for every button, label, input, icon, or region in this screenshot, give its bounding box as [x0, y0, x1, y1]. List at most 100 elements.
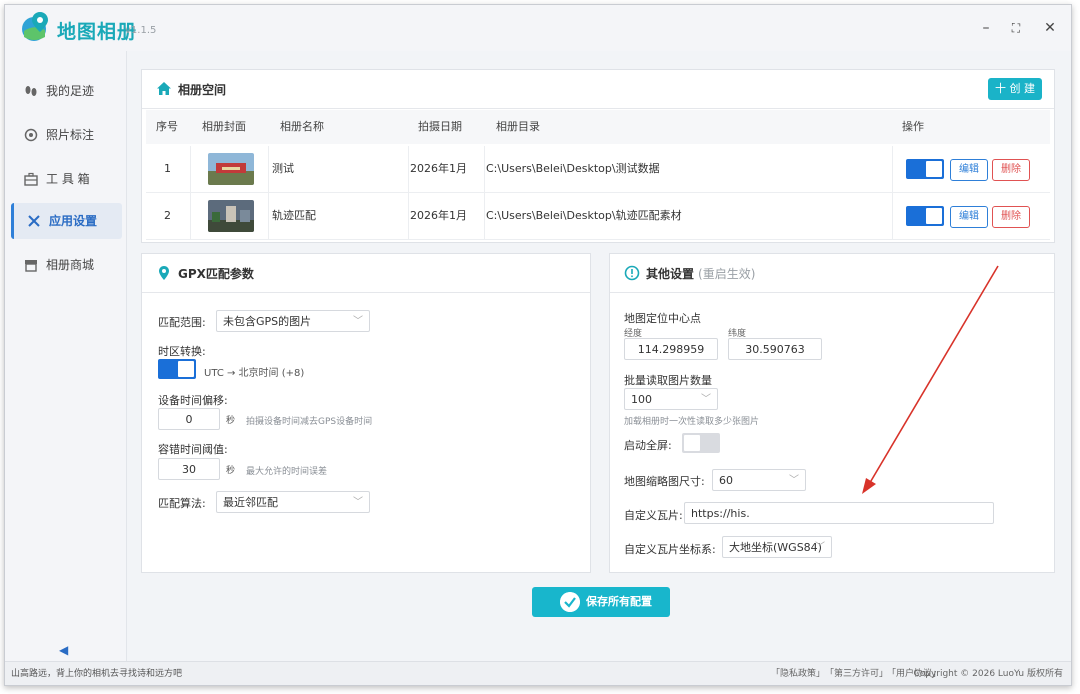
tolerance-unit: 秒 [226, 466, 236, 476]
other-settings-title: 其他设置 (重启生效) [646, 265, 755, 282]
device-offset-hint: 拍摄设备时间减去GPS设备时间 [246, 417, 373, 427]
third-party-license-link[interactable]: 「第三方许可」 [825, 662, 888, 685]
row-index: 2 [164, 209, 171, 222]
chevron-down-icon: ﹀ [353, 316, 363, 327]
sidebar-item-label: 工 具 箱 [46, 172, 90, 186]
fullscreen-toggle[interactable] [682, 433, 720, 453]
delete-album-button[interactable]: 删除 [992, 206, 1030, 228]
match-range-label: 匹配范围: [158, 316, 206, 329]
batch-read-value: 100 [631, 393, 652, 406]
latitude-input[interactable]: 30.590763 [728, 338, 822, 360]
tile-crs-label: 自定义瓦片坐标系: [624, 543, 716, 556]
album-date: 2026年1月 [410, 162, 467, 175]
algorithm-value: 最近邻匹配 [223, 496, 278, 509]
sidebar-item-album-shop[interactable]: 相册商城 [11, 247, 119, 283]
tile-crs-select[interactable]: 大地坐标(WGS84) ﹀ [722, 536, 832, 558]
app-window: 地图相册 v1.1.5 – ⛶ ✕ 我的足迹 照片标注 工 具 箱 应用设置 相… [4, 4, 1072, 686]
chevron-down-icon: ﹀ [353, 497, 363, 508]
device-offset-input[interactable]: 0 [158, 408, 220, 430]
album-path: C:\Users\Belei\Desktop\测试数据 [486, 162, 660, 175]
album-cover-image[interactable] [208, 200, 254, 232]
column-header: 相册封面 [202, 120, 246, 133]
gpx-settings-panel: GPX匹配参数 匹配范围: 未包含GPS的图片 ﹀ 时区转换: UTC → 北京… [141, 253, 591, 573]
album-name: 测试 [272, 162, 294, 175]
column-header: 操作 [902, 120, 924, 133]
album-name: 轨迹匹配 [272, 209, 316, 222]
delete-album-button[interactable]: 删除 [992, 159, 1030, 181]
row-index: 1 [164, 162, 171, 175]
batch-read-select[interactable]: 100 ﹀ [624, 388, 718, 410]
thumbnail-size-label: 地图缩略图尺寸: [624, 475, 705, 488]
sidebar-item-label: 相册商城 [46, 258, 95, 272]
sidebar: 我的足迹 照片标注 工 具 箱 应用设置 相册商城 ◀ [5, 51, 127, 661]
save-all-settings-label: 保存所有配置 [586, 595, 652, 608]
match-range-value: 未包含GPS的图片 [223, 315, 312, 328]
status-slogan: 山高路远，背上你的相机去寻找诗和远方吧 [11, 669, 183, 679]
thumbnail-size-value: 60 [719, 474, 733, 487]
shop-icon [21, 247, 41, 287]
close-button[interactable]: ✕ [1039, 17, 1061, 39]
map-center-label: 地图定位中心点 [624, 312, 701, 325]
fullscreen-label: 启动全屏: [624, 439, 672, 452]
device-offset-label: 设备时间偏移: [158, 394, 228, 407]
chevron-down-icon: ﹀ [815, 542, 825, 553]
gpx-header: GPX匹配参数 [142, 254, 590, 293]
sidebar-item-footprints[interactable]: 我的足迹 [11, 73, 119, 109]
sidebar-item-photo-tagging[interactable]: 照片标注 [11, 117, 119, 153]
sidebar-collapse-button[interactable]: ◀ [59, 643, 68, 657]
timezone-label: 时区转换: [158, 345, 206, 358]
edit-album-button[interactable]: 编辑 [950, 206, 988, 228]
status-bar: 山高路远，背上你的相机去寻找诗和远方吧 「隐私政策」 「第三方许可」 「用户协议… [5, 661, 1071, 685]
create-album-button[interactable]: 十 创 建 [988, 78, 1042, 100]
thumbnail-size-select[interactable]: 60 ﹀ [712, 469, 806, 491]
tolerance-hint: 最大允许的时间误差 [246, 467, 328, 477]
other-settings-header: 其他设置 (重启生效) [610, 254, 1054, 293]
sidebar-item-toolbox[interactable]: 工 具 箱 [11, 161, 119, 197]
album-cover-image[interactable] [208, 153, 254, 185]
maximize-button[interactable]: ⛶ [1005, 17, 1027, 39]
album-date: 2026年1月 [410, 209, 467, 222]
toolbox-icon [21, 161, 41, 201]
table-row[interactable]: 1 测试 2026年1月 C:\Users\Belei\Desktop\测试数据… [146, 146, 1050, 193]
copyright-text: Copyright © 2026 LuoYu 版权所有 [913, 669, 1063, 679]
restart-note: (重启生效) [698, 267, 756, 281]
home-icon [157, 82, 171, 95]
title-bar: 地图相册 v1.1.5 – ⛶ ✕ [5, 5, 1071, 51]
app-version: v1.1.5 [125, 25, 157, 36]
column-header: 序号 [156, 120, 178, 133]
device-offset-unit: 秒 [226, 416, 236, 426]
longitude-input[interactable]: 114.298959 [624, 338, 718, 360]
tools-icon [24, 203, 44, 243]
timezone-toggle[interactable] [158, 359, 196, 379]
sidebar-item-app-settings[interactable]: 应用设置 [11, 203, 122, 239]
chevron-down-icon: ﹀ [789, 475, 799, 486]
batch-read-hint: 加载相册时一次性读取多少张图片 [624, 417, 760, 427]
gpx-title: GPX匹配参数 [178, 267, 254, 281]
tile-crs-value: 大地坐标(WGS84) [729, 541, 822, 554]
other-settings-title-text: 其他设置 [646, 267, 695, 281]
match-range-select[interactable]: 未包含GPS的图片 ﹀ [216, 310, 370, 332]
algorithm-label: 匹配算法: [158, 497, 206, 510]
target-icon [21, 117, 41, 157]
timezone-text: UTC → 北京时间 (+8) [204, 368, 305, 379]
save-all-settings-button[interactable]: 保存所有配置 [532, 587, 670, 617]
column-header: 相册名称 [280, 120, 324, 133]
album-table-header: 序号 相册封面 相册名称 拍摄日期 相册目录 操作 [146, 110, 1050, 144]
location-pin-icon [159, 266, 169, 280]
column-header: 相册目录 [496, 120, 540, 133]
minimize-button[interactable]: – [975, 17, 997, 39]
algorithm-select[interactable]: 最近邻匹配 ﹀ [216, 491, 370, 513]
privacy-policy-link[interactable]: 「隐私政策」 [771, 662, 825, 685]
custom-tile-label: 自定义瓦片: [624, 509, 683, 522]
info-icon [624, 265, 640, 281]
custom-tile-input[interactable]: https://his. [684, 502, 994, 524]
album-enable-toggle[interactable] [906, 159, 944, 179]
table-row[interactable]: 2 轨迹匹配 2026年1月 C:\Users\Belei\Desktop\轨迹… [146, 193, 1050, 240]
edit-album-button[interactable]: 编辑 [950, 159, 988, 181]
other-settings-panel: 其他设置 (重启生效) 地图定位中心点 经度 纬度 114.298959 30.5… [609, 253, 1055, 573]
sidebar-item-label: 应用设置 [49, 214, 98, 228]
tolerance-input[interactable]: 30 [158, 458, 220, 480]
album-enable-toggle[interactable] [906, 206, 944, 226]
sidebar-item-label: 我的足迹 [46, 84, 95, 98]
sidebar-item-label: 照片标注 [46, 128, 95, 142]
